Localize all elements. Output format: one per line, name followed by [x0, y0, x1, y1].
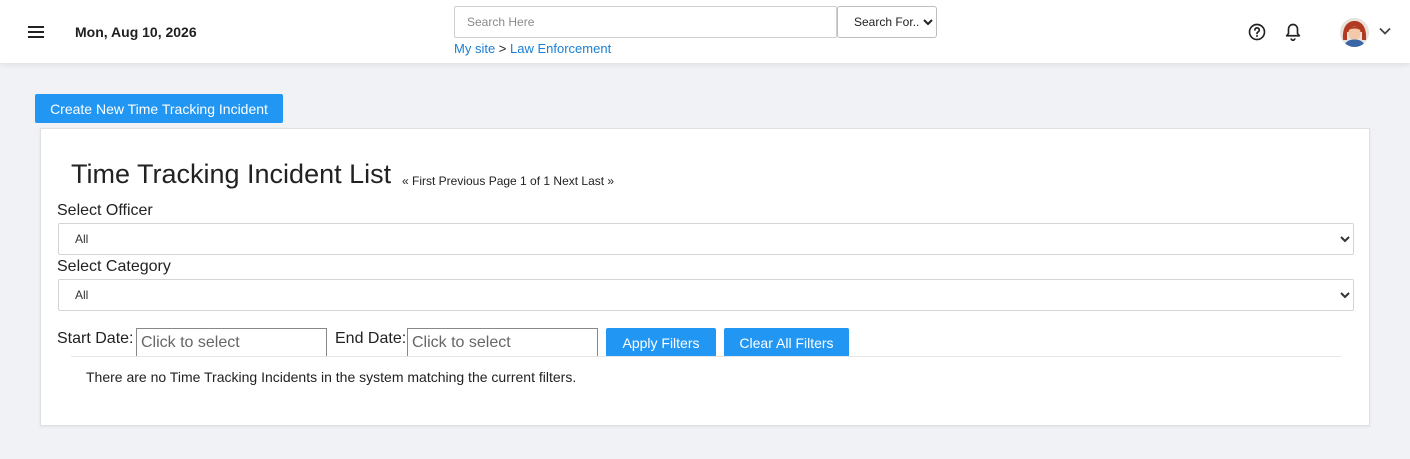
top-bar: Mon, Aug 10, 2026 Search For... My site …	[0, 0, 1410, 63]
bell-icon[interactable]	[1284, 22, 1302, 42]
category-select[interactable]: All	[58, 279, 1354, 311]
breadcrumb: My site > Law Enforcement	[454, 41, 611, 56]
officer-label: Select Officer	[57, 202, 153, 219]
create-incident-button[interactable]: Create New Time Tracking Incident	[35, 94, 283, 123]
start-date-label: Start Date:	[57, 330, 134, 347]
menu-icon[interactable]	[26, 22, 46, 40]
apply-filters-button[interactable]: Apply Filters	[606, 328, 716, 357]
clear-filters-button[interactable]: Clear All Filters	[724, 328, 849, 357]
empty-message: There are no Time Tracking Incidents in …	[86, 369, 577, 385]
avatar[interactable]	[1340, 18, 1369, 47]
breadcrumb-current-link[interactable]: Law Enforcement	[510, 41, 611, 56]
officer-select[interactable]: All	[58, 223, 1354, 255]
help-icon[interactable]	[1248, 23, 1266, 41]
breadcrumb-home-link[interactable]: My site	[454, 41, 495, 56]
search-for-select[interactable]: Search For...	[837, 6, 937, 38]
page-title: Time Tracking Incident List	[71, 159, 392, 189]
current-date: Mon, Aug 10, 2026	[75, 24, 197, 40]
end-date-label: End Date:	[335, 330, 407, 347]
category-label: Select Category	[57, 258, 171, 275]
pagination[interactable]: « First Previous Page 1 of 1 Next Last »	[402, 174, 614, 188]
start-date-input[interactable]	[136, 328, 327, 357]
breadcrumb-separator: >	[498, 41, 507, 56]
chevron-down-icon[interactable]	[1378, 26, 1392, 36]
divider	[71, 356, 1341, 357]
end-date-input[interactable]	[407, 328, 598, 357]
search-input[interactable]	[454, 6, 837, 38]
incident-list-card: Time Tracking Incident List « First Prev…	[40, 128, 1370, 426]
